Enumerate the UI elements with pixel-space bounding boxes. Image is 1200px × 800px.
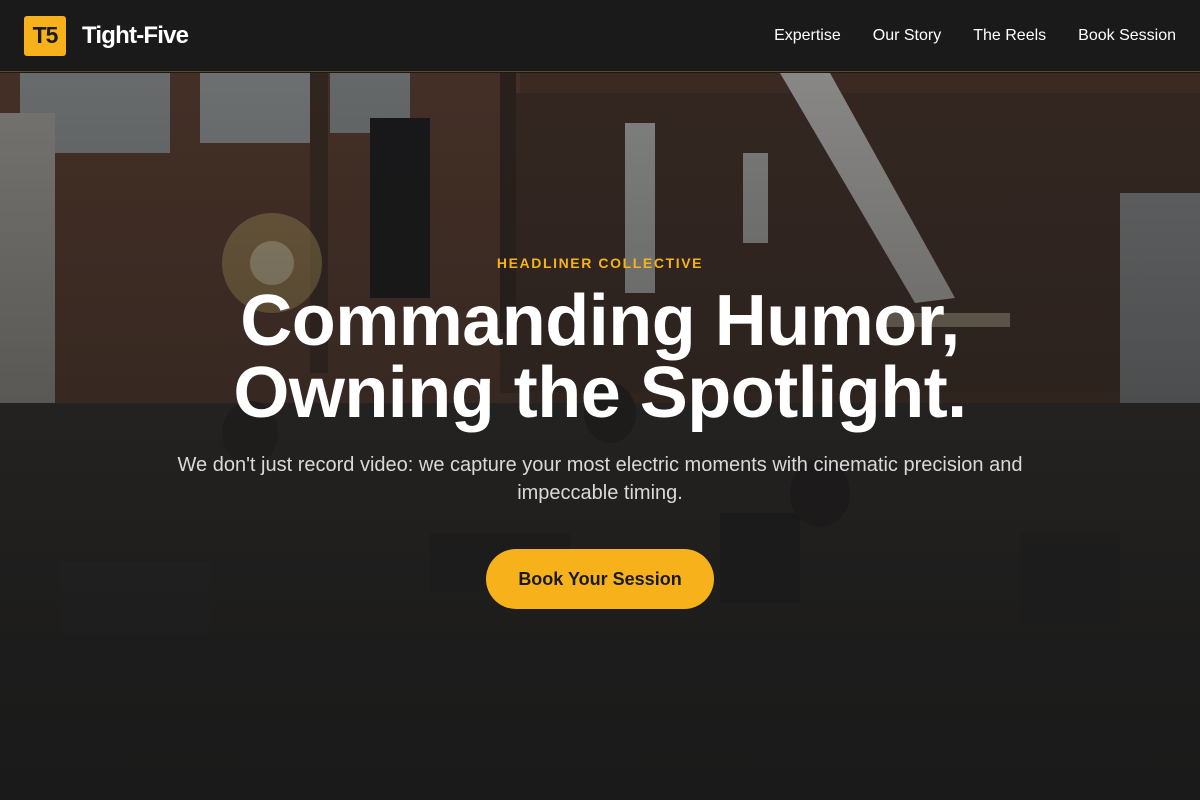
hero-subtitle: We don't just record video: we capture y…	[177, 454, 1023, 504]
brand-name[interactable]: Tight-Five	[82, 22, 189, 50]
book-your-session-button[interactable]: Book Your Session	[486, 549, 714, 609]
nav-link-the-reels[interactable]: The Reels	[973, 27, 1046, 45]
nav-link-expertise[interactable]: Expertise	[774, 27, 841, 45]
hero-eyebrow: HEADLINER COLLECTIVE	[496, 255, 704, 271]
brand[interactable]: T5 Tight-Five	[24, 15, 189, 56]
hero-content: HEADLINER COLLECTIVE Commanding Humor, O…	[0, 73, 1200, 609]
hero-headline-line1: Commanding Humor,	[240, 281, 960, 361]
main-nav: Expertise Our Story The Reels Book Sessi…	[774, 27, 1176, 45]
hero-section: HEADLINER COLLECTIVE Commanding Humor, O…	[0, 73, 1200, 800]
hero-headline-line2: Owning the Spotlight.	[233, 353, 967, 433]
site-header: T5 Tight-Five Expertise Our Story The Re…	[0, 0, 1200, 72]
hero-headline: Commanding Humor, Owning the Spotlight.	[233, 281, 967, 433]
logo-badge[interactable]: T5	[24, 15, 66, 56]
nav-link-our-story[interactable]: Our Story	[873, 27, 941, 45]
nav-link-book-session[interactable]: Book Session	[1078, 27, 1176, 45]
